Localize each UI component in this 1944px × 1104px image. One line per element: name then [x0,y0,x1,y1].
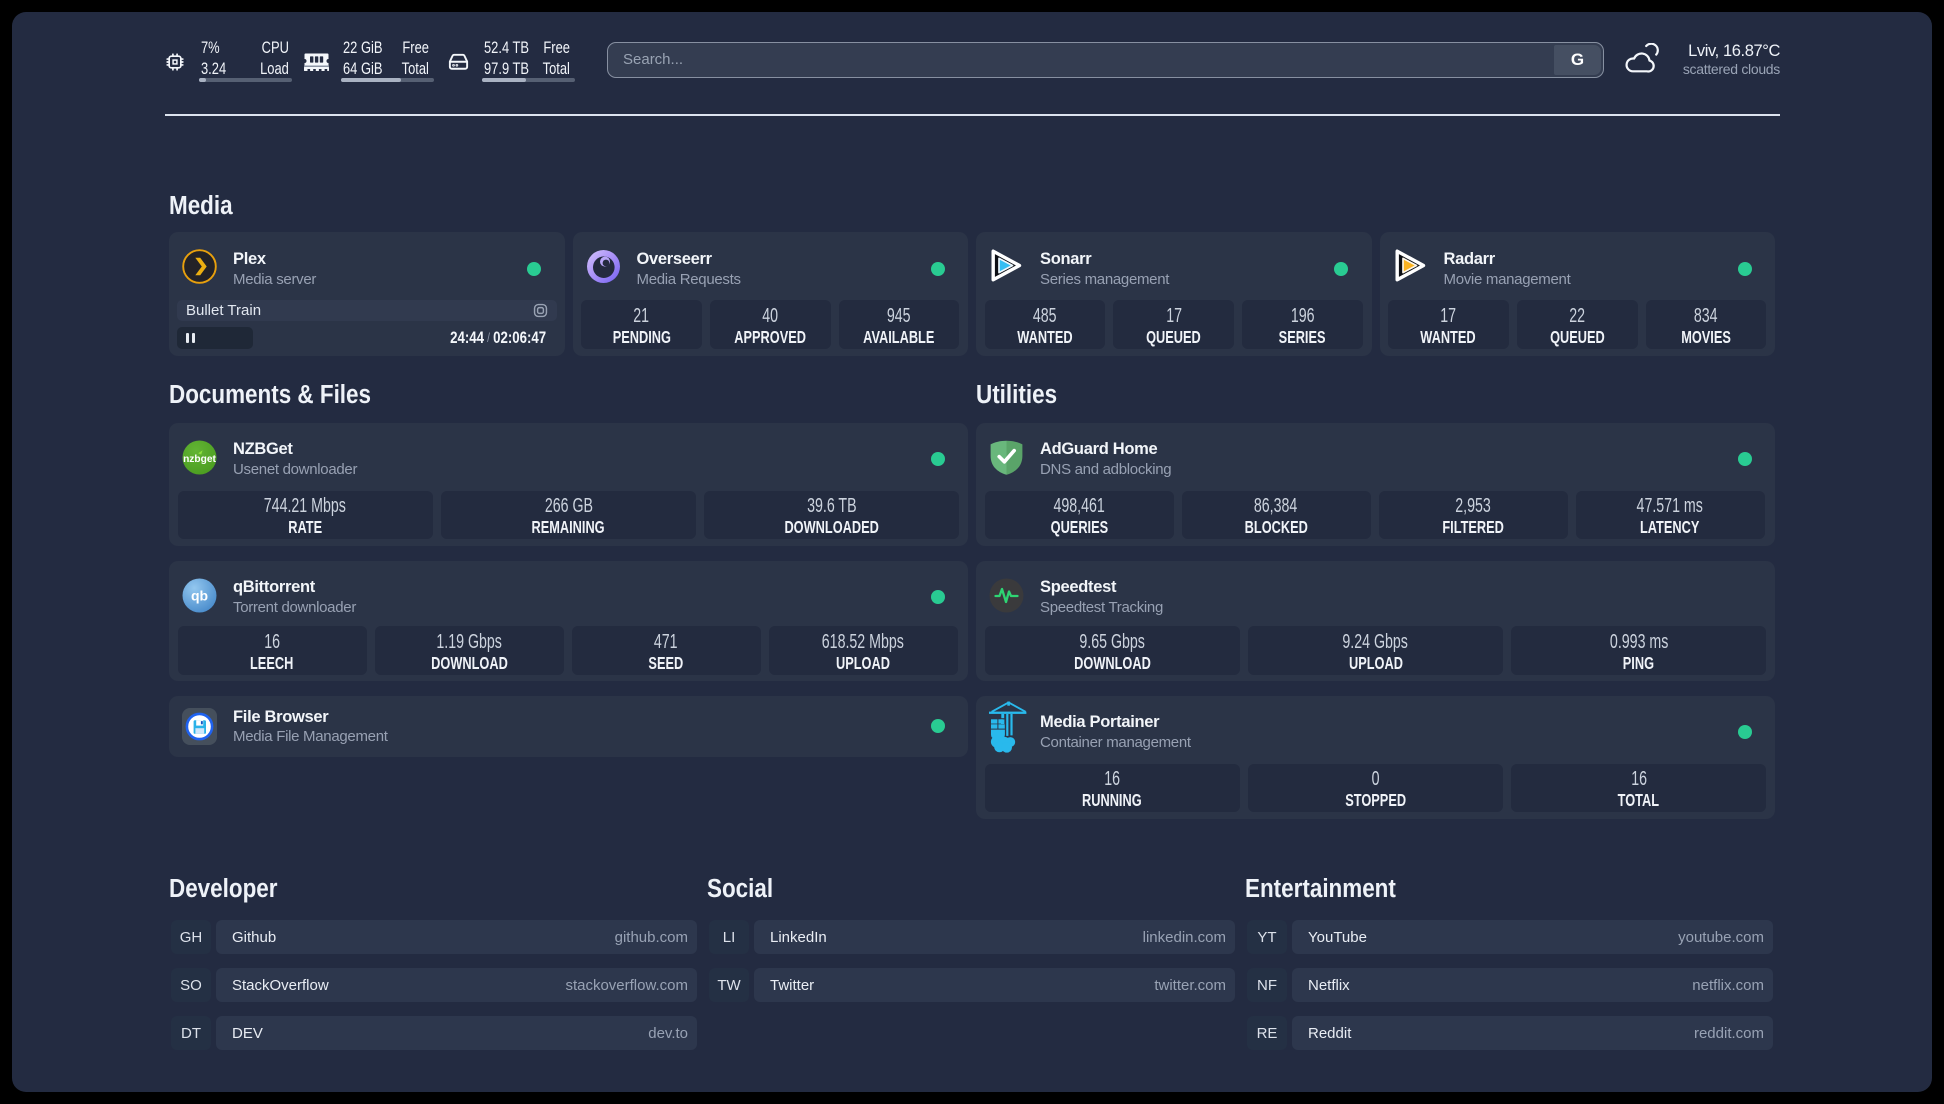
svg-text:nzbget: nzbget [183,453,216,464]
svg-text:qb: qb [191,587,208,603]
